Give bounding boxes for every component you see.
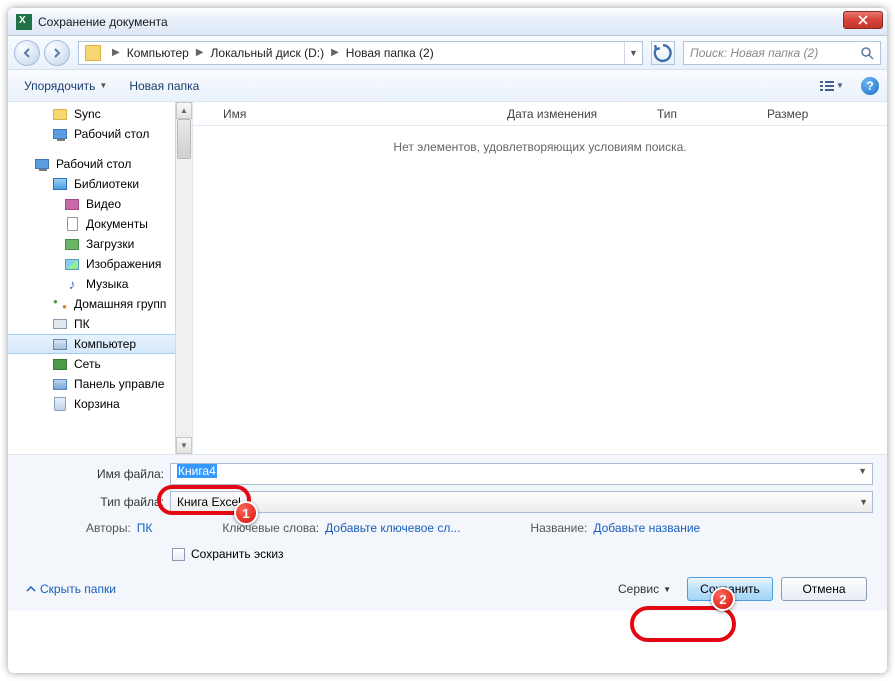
title-label: Название: <box>530 521 587 535</box>
address-dropdown[interactable]: ▼ <box>624 42 642 64</box>
tree-item-music[interactable]: ♪Музыка <box>8 274 192 294</box>
window-title: Сохранение документа <box>38 15 168 29</box>
refresh-button[interactable] <box>651 41 675 65</box>
tree-item-desktop[interactable]: Рабочий стол <box>8 124 192 144</box>
tree-item-downloads[interactable]: Загрузки <box>8 234 192 254</box>
scroll-down-button[interactable]: ▼ <box>176 437 192 454</box>
tree-item-video[interactable]: Видео <box>8 194 192 214</box>
chevron-right-icon: ▶ <box>326 47 344 58</box>
annotation-highlight-2 <box>630 606 736 642</box>
chevron-up-icon <box>26 584 36 594</box>
filename-input[interactable]: Книга4 <box>170 463 873 485</box>
homegroup-icon <box>53 297 67 311</box>
tree-item-desktop-root[interactable]: Рабочий стол <box>8 154 192 174</box>
title-value[interactable]: Добавьте название <box>593 521 700 535</box>
tree-item-network[interactable]: Сеть <box>8 354 192 374</box>
tree-item-trash[interactable]: Корзина <box>8 394 192 414</box>
crumb-folder[interactable]: Новая папка (2) <box>344 46 436 60</box>
main-area: Sync Рабочий стол Рабочий стол Библиотек… <box>8 102 887 454</box>
save-thumbnail-label: Сохранить эскиз <box>191 547 284 561</box>
back-button[interactable] <box>14 40 40 66</box>
document-icon <box>67 217 78 231</box>
excel-icon <box>16 14 32 30</box>
folder-icon <box>53 109 67 120</box>
nav-row: ▶ Компьютер ▶ Локальный диск (D:) ▶ Нова… <box>8 36 887 70</box>
save-thumbnail-checkbox[interactable] <box>172 548 185 561</box>
tree-item-images[interactable]: Изображения <box>8 254 192 274</box>
desktop-icon <box>53 129 67 139</box>
close-button[interactable] <box>843 11 883 29</box>
chevron-down-icon: ▼ <box>99 81 107 90</box>
filetype-label: Тип файла: <box>22 495 170 509</box>
address-bar[interactable]: ▶ Компьютер ▶ Локальный диск (D:) ▶ Нова… <box>78 41 643 65</box>
network-icon <box>53 359 67 370</box>
view-icon <box>820 80 834 92</box>
chevron-right-icon: ▶ <box>191 47 209 58</box>
library-icon <box>53 178 67 190</box>
tags-label: Ключевые слова: <box>222 521 319 535</box>
scroll-thumb[interactable] <box>177 119 191 159</box>
folder-icon <box>85 45 101 61</box>
tree-item-pc[interactable]: ПК <box>8 314 192 334</box>
tree-item-computer[interactable]: Компьютер <box>8 334 192 354</box>
scroll-up-button[interactable]: ▲ <box>176 102 192 119</box>
authors-value[interactable]: ПК <box>137 521 153 535</box>
tree-item-sync[interactable]: Sync <box>8 104 192 124</box>
cancel-button[interactable]: Отмена <box>781 577 867 601</box>
file-pane: Имя Дата изменения Тип Размер Нет элемен… <box>193 102 887 454</box>
tags-value[interactable]: Добавьте ключевое сл... <box>325 521 460 535</box>
new-folder-button[interactable]: Новая папка <box>121 75 207 97</box>
trash-icon <box>54 397 66 411</box>
chevron-down-icon: ▼ <box>663 585 671 594</box>
col-name[interactable]: Имя <box>215 107 499 121</box>
save-button[interactable]: Сохранить <box>687 577 773 601</box>
image-icon <box>65 259 79 270</box>
toolbar: Упорядочить▼ Новая папка ▼ ? <box>8 70 887 102</box>
bottom-panel: Имя файла: Книга4 ▼ Тип файла: Книга Exc… <box>8 454 887 611</box>
crumb-drive[interactable]: Локальный диск (D:) <box>209 46 327 60</box>
col-type[interactable]: Тип <box>649 107 759 121</box>
service-button[interactable]: Сервис▼ <box>618 582 671 596</box>
music-icon: ♪ <box>64 276 80 292</box>
organize-button[interactable]: Упорядочить▼ <box>16 75 115 97</box>
col-size[interactable]: Размер <box>759 107 839 121</box>
forward-button[interactable] <box>44 40 70 66</box>
filetype-combo[interactable]: Книга Excel▼ <box>170 491 873 513</box>
tree-item-libraries[interactable]: Библиотеки <box>8 174 192 194</box>
chevron-right-icon: ▶ <box>107 47 125 58</box>
titlebar: Сохранение документа <box>8 8 887 36</box>
tree-item-control-panel[interactable]: Панель управле <box>8 374 192 394</box>
sidebar: Sync Рабочий стол Рабочий стол Библиотек… <box>8 102 193 454</box>
filename-label: Имя файла: <box>22 467 170 481</box>
chevron-down-icon[interactable]: ▼ <box>858 466 867 476</box>
tree-item-homegroup[interactable]: Домашняя групп <box>8 294 192 314</box>
col-date[interactable]: Дата изменения <box>499 107 649 121</box>
search-placeholder: Поиск: Новая папка (2) <box>690 46 818 60</box>
authors-label: Авторы: <box>86 521 131 535</box>
search-icon <box>860 46 874 60</box>
help-button[interactable]: ? <box>861 77 879 95</box>
view-button[interactable]: ▼ <box>815 75 849 97</box>
download-icon <box>65 239 79 250</box>
chevron-down-icon: ▼ <box>859 497 868 507</box>
search-input[interactable]: Поиск: Новая папка (2) <box>683 41 881 65</box>
pc-icon <box>53 319 67 329</box>
desktop-icon <box>35 159 49 169</box>
computer-icon <box>53 339 67 350</box>
sidebar-scrollbar[interactable]: ▲ ▼ <box>175 102 192 454</box>
video-icon <box>65 199 79 210</box>
close-icon <box>858 15 868 25</box>
crumb-computer[interactable]: Компьютер <box>125 46 191 60</box>
tree-item-documents[interactable]: Документы <box>8 214 192 234</box>
column-headers: Имя Дата изменения Тип Размер <box>193 102 887 126</box>
empty-message: Нет элементов, удовлетворяющих условиям … <box>193 126 887 154</box>
control-panel-icon <box>53 379 67 390</box>
chevron-down-icon: ▼ <box>836 81 844 90</box>
hide-folders-button[interactable]: Скрыть папки <box>22 582 116 596</box>
